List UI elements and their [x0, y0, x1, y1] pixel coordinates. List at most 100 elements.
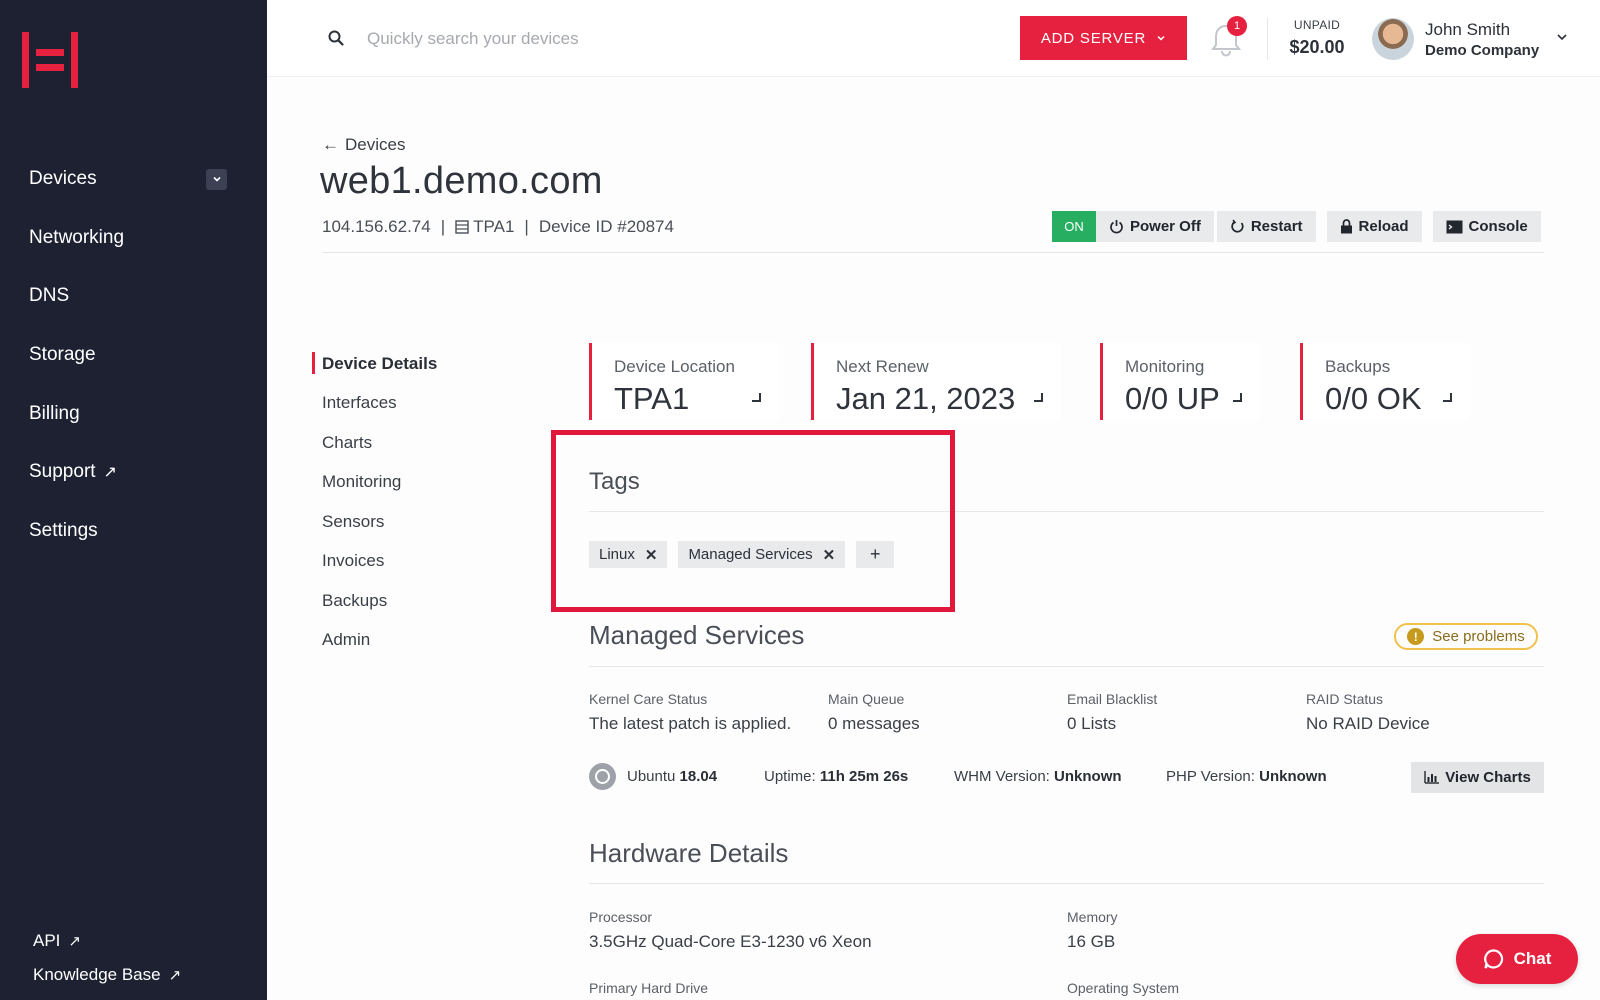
os-version: 18.04 [679, 768, 718, 785]
highlight-box [551, 430, 955, 612]
memory-field: Memory 16 GB [1067, 909, 1118, 952]
sidebar-item-support[interactable]: Support ↗ [0, 443, 267, 502]
warning-icon: ! [1407, 628, 1425, 645]
external-link-icon: ↗ [168, 967, 182, 984]
field-value: 0 Lists [1067, 714, 1117, 733]
user-company[interactable]: Demo Company [1425, 42, 1539, 59]
tab-interfaces[interactable]: Interfaces [312, 384, 437, 424]
page-title: web1.demo.com [320, 160, 603, 202]
add-server-button[interactable]: ADD SERVER [1020, 16, 1187, 60]
sidebar-item-label: Devices [29, 168, 97, 190]
chat-label: Chat [1513, 949, 1552, 968]
sidebar-item-storage[interactable]: Storage [0, 326, 267, 385]
primary-hard-drive-field: Primary Hard Drive [589, 980, 708, 996]
os-info: Ubuntu 18.04 [627, 768, 717, 785]
search-icon [328, 30, 344, 46]
field-label: Kernel Care Status [589, 691, 708, 707]
tab-sensors[interactable]: Sensors [312, 502, 437, 542]
kernel-care-status: Kernel Care Status The latest patch is a… [589, 691, 791, 734]
restart-button[interactable]: Restart [1216, 211, 1316, 242]
sidebar-item-label: Storage [29, 344, 96, 366]
tab-monitoring[interactable]: Monitoring [312, 463, 437, 503]
hardware-divider [589, 883, 1544, 884]
restart-icon [1231, 219, 1244, 233]
power-off-button[interactable]: Power Off [1096, 211, 1214, 242]
reload-button[interactable]: Reload [1326, 211, 1422, 242]
sidebar-item-dns[interactable]: DNS [0, 267, 267, 326]
sidebar-item-networking[interactable]: Networking [0, 209, 267, 268]
stat-backups[interactable]: Backups 0/0 OK [1300, 343, 1470, 420]
ubuntu-icon [589, 763, 616, 790]
field-value: 0 messages [828, 714, 920, 733]
sidebar-item-settings[interactable]: Settings [0, 502, 267, 561]
sidebar-item-billing[interactable]: Billing [0, 384, 267, 443]
device-tabs: Device Details Interfaces Charts Monitor… [312, 344, 437, 660]
managed-services-divider [589, 666, 1544, 667]
knowledge-base-link-label: Knowledge Base [33, 965, 161, 984]
stat-label: Backups [1325, 357, 1391, 376]
back-link[interactable]: ← Devices [322, 135, 405, 155]
uptime-value: 11h 25m 26s [819, 768, 909, 785]
field-label: Email Blacklist [1067, 691, 1158, 707]
field-label: Main Queue [828, 691, 905, 707]
lock-icon [1340, 219, 1352, 234]
power-icon [1110, 220, 1123, 234]
sidebar-item-devices[interactable]: Devices [0, 150, 267, 209]
unpaid-amount[interactable]: $20.00 [1285, 37, 1349, 58]
console-button[interactable]: Console [1432, 211, 1541, 242]
reload-label: Reload [1358, 218, 1409, 235]
field-value: 16 GB [1067, 932, 1116, 951]
main-queue: Main Queue 0 messages [828, 691, 920, 734]
php-label: PHP Version: [1166, 768, 1255, 785]
email-blacklist: Email Blacklist 0 Lists [1067, 691, 1157, 734]
field-label: Processor [589, 909, 653, 925]
header-divider [322, 252, 1544, 253]
chat-button[interactable]: Chat [1456, 934, 1578, 984]
sidebar-bottom-links: API ↗ Knowledge Base ↗ [33, 924, 181, 992]
os-name: Ubuntu [627, 768, 676, 785]
tab-backups[interactable]: Backups [312, 581, 437, 621]
stat-label: Monitoring [1125, 357, 1205, 376]
brand-logo[interactable] [22, 32, 78, 88]
field-label: RAID Status [1306, 691, 1384, 707]
avatar[interactable] [1372, 18, 1414, 60]
stat-label: Next Renew [836, 357, 929, 376]
topbar-divider [1267, 18, 1268, 60]
tab-invoices[interactable]: Invoices [312, 542, 437, 582]
search-input[interactable] [367, 24, 887, 54]
field-value: No RAID Device [1306, 714, 1430, 733]
expand-corner-icon [1443, 393, 1452, 402]
api-link[interactable]: API ↗ [33, 924, 181, 958]
knowledge-base-link[interactable]: Knowledge Base ↗ [33, 958, 181, 992]
see-problems-button[interactable]: ! See problems [1394, 623, 1538, 650]
arrow-left-icon: ← [322, 135, 339, 154]
view-charts-button[interactable]: View Charts [1411, 762, 1544, 793]
tab-charts[interactable]: Charts [312, 423, 437, 463]
sidebar-item-label: Support [29, 461, 96, 483]
sidebar-nav: Devices Networking DNS Storage Billing S… [0, 150, 267, 560]
sidebar: Devices Networking DNS Storage Billing S… [0, 0, 267, 1000]
tab-device-details[interactable]: Device Details [312, 344, 437, 384]
chat-bubble-icon [1483, 949, 1503, 969]
stat-device-location[interactable]: Device Location TPA1 [589, 343, 779, 420]
field-label: Memory [1067, 909, 1118, 925]
php-info: PHP Version: Unknown [1166, 768, 1327, 785]
chevron-down-icon[interactable] [206, 168, 227, 190]
tab-admin[interactable]: Admin [312, 621, 437, 661]
restart-label: Restart [1250, 218, 1303, 235]
raid-status: RAID Status No RAID Device [1306, 691, 1430, 734]
stat-value: Jan 21, 2023 [836, 381, 1016, 416]
device-ip: 104.156.62.74 [322, 217, 431, 236]
separator: | [440, 217, 446, 236]
see-problems-label: See problems [1432, 628, 1525, 645]
processor-field: Processor 3.5GHz Quad-Core E3-1230 v6 Xe… [589, 909, 872, 952]
system-info-row: Ubuntu 18.04 Uptime: 11h 25m 26s WHM Ver… [589, 762, 1544, 793]
add-server-label: ADD SERVER [1040, 29, 1147, 47]
chevron-down-icon[interactable] [1555, 30, 1569, 44]
user-name[interactable]: John Smith [1425, 20, 1510, 40]
device-actions: ON Power Off Restart Reload Console [1052, 211, 1541, 242]
hardware-details-title: Hardware Details [589, 838, 789, 868]
expand-corner-icon [752, 393, 761, 402]
stat-next-renew[interactable]: Next Renew Jan 21, 2023 [811, 343, 1061, 420]
stat-monitoring[interactable]: Monitoring 0/0 UP [1100, 343, 1260, 420]
